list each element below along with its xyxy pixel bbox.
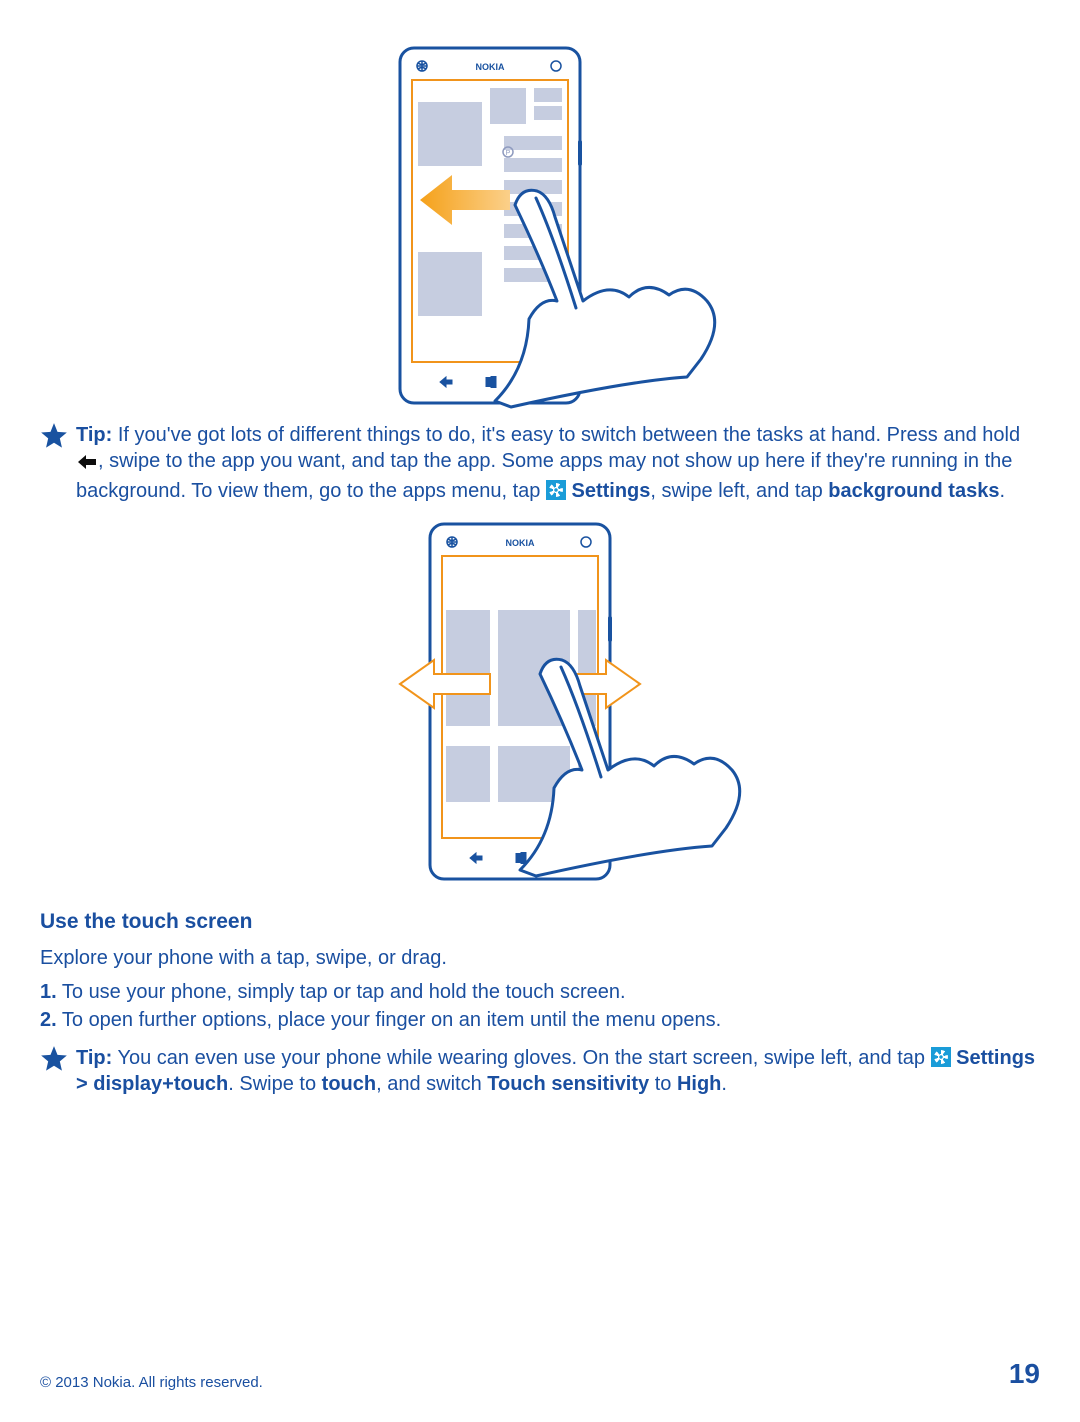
tip2-c: , and switch (376, 1073, 487, 1095)
step-2-text: To open further options, place your fing… (57, 1009, 722, 1031)
manual-page: NOKIA (0, 0, 1080, 1422)
step-1-number: 1. (40, 981, 57, 1003)
illustration-2: NOKIA (40, 516, 1040, 886)
copyright-text: © 2013 Nokia. All rights reserved. (40, 1373, 263, 1393)
tip2-bold2: touch (322, 1073, 376, 1095)
tip2-a: You can even use your phone while wearin… (112, 1047, 930, 1069)
section-title: Use the touch screen (40, 908, 1040, 935)
illustration-1: NOKIA (40, 40, 1040, 410)
settings-icon (546, 480, 566, 500)
tip2-bold4: High (677, 1073, 721, 1095)
tip1-bold2: background tasks (828, 480, 999, 502)
step-2-number: 2. (40, 1009, 57, 1031)
back-arrow-icon (76, 452, 98, 478)
settings-icon (931, 1047, 951, 1067)
tip1-settings: Settings (571, 480, 650, 502)
tip2-d: to (649, 1073, 677, 1095)
page-number: 19 (1009, 1356, 1040, 1392)
steps-list: 1. To use your phone, simply tap or tap … (40, 979, 1040, 1033)
tip-block-1: Tip: If you've got lots of different thi… (40, 422, 1040, 504)
step-1-text: To use your phone, simply tap or tap and… (57, 981, 626, 1003)
star-icon (40, 422, 76, 450)
tip-block-2: Tip: You can even use your phone while w… (40, 1045, 1040, 1097)
svg-text:P: P (506, 150, 511, 157)
tip-label: Tip: (76, 1047, 112, 1069)
tip2-b: . Swipe to (228, 1073, 321, 1095)
tip-2-text: Tip: You can even use your phone while w… (76, 1045, 1040, 1097)
page-footer: © 2013 Nokia. All rights reserved. 19 (40, 1356, 1040, 1392)
tip-1-text: Tip: If you've got lots of different thi… (76, 422, 1040, 504)
tip1-c: , swipe left, and tap (650, 480, 828, 502)
star-icon (40, 1045, 76, 1073)
tip2-e: . (721, 1073, 727, 1095)
tip1-a: If you've got lots of different things t… (112, 424, 1020, 446)
tip-label: Tip: (76, 424, 112, 446)
tip2-bold3: Touch sensitivity (487, 1073, 649, 1095)
tip1-d: . (999, 480, 1005, 502)
intro-paragraph: Explore your phone with a tap, swipe, or… (40, 945, 1040, 971)
phone-brand-label: NOKIA (476, 62, 506, 72)
phone-brand-label: NOKIA (506, 538, 536, 548)
